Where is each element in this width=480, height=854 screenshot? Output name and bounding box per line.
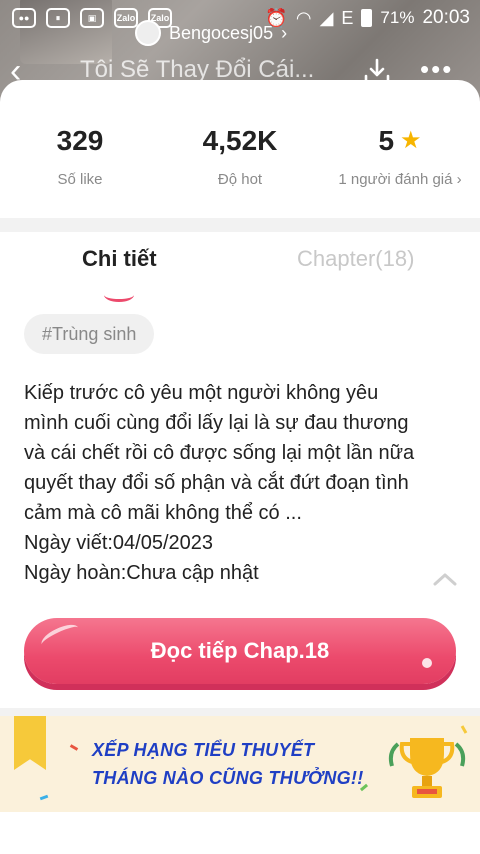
detail-section: Chi tiết Chapter(18) #Trùng sinh Kiếp tr… [0,232,480,708]
rating-value: 5 [378,125,395,156]
author-link[interactable]: Bengocesj05 › [135,20,287,46]
banner-line: THÁNG NÀO CŨNG THƯỞNG!! [92,768,364,788]
hot-count: 4,52K [202,125,278,156]
network-icon: E [341,7,354,28]
battery-percent: 71% [380,8,415,27]
wifi-icon: ◠ [295,7,312,28]
hot-label: Độ hot [217,171,263,188]
banner-text: XẾP HẠNG TIỂU THUYẾT THÁNG NÀO CŨNG THƯỞ… [92,736,364,792]
description-line: mình cuối cùng đổi lấy lại là sự đau thư… [24,412,409,434]
likes-label: Số like [57,171,103,188]
chevron-right-icon: › [281,22,288,43]
likes-stat: 329 Số like [0,125,160,188]
hot-stat: 4,52K Độ hot [160,125,320,188]
clock: 20:03 [422,7,470,28]
battery-icon [361,9,373,27]
confetti-icon [39,794,49,801]
star-icon: ★ [400,127,422,154]
tab-details[interactable]: Chi tiết [82,246,157,272]
genre-tag[interactable]: #Trùng sinh [24,314,155,354]
rating-label: 1 người đánh giá › [338,171,462,188]
date-written: Ngày viết:04/05/2023 [24,532,214,554]
banner-line: XẾP HẠNG TIỂU THUYẾT [92,740,315,760]
confetti-icon [69,744,79,751]
description-line: và cái chết rồi cô được sống lại một lần… [24,442,415,464]
messenger-icon: ●● [12,8,36,28]
date-completed: Ngày hoàn:Chưa cập nhật [24,562,259,584]
description-line: quyết thay đổi số phận và cắt đứt đoạn t… [24,472,409,494]
ranking-banner[interactable]: XẾP HẠNG TIỂU THUYẾT THÁNG NÀO CŨNG THƯỞ… [0,716,480,812]
description-line: Kiếp trước cô yêu một người không yêu [24,382,379,404]
author-name: Bengocesj05 [169,22,274,43]
bottom-area [0,812,480,854]
avatar [135,20,161,46]
gallery-icon: ▣ [80,8,104,28]
description-line: cảm mà cô mãi không thể có ... [24,502,302,524]
ribbon-icon [14,716,46,770]
description: Kiếp trước cô yêu một người không yêu mì… [24,378,464,588]
audio-icon: ⏸ [46,8,70,28]
tab-chapters[interactable]: Chapter(18) [297,246,414,272]
stats-card: 329 Số like 4,52K Độ hot 5 ★ 1 người đánh… [0,80,480,218]
tab-bar: Chi tiết Chapter(18) [0,246,480,302]
likes-count: 329 [56,125,104,156]
tab-indicator [104,288,134,302]
trophy-icon [388,738,466,798]
rating-stat[interactable]: 5 ★ 1 người đánh giá › [320,125,480,188]
continue-reading-button[interactable]: Đọc tiếp Chap.18 [24,618,456,684]
signal-icon: ◢ [319,7,334,28]
collapse-icon[interactable] [433,572,457,586]
